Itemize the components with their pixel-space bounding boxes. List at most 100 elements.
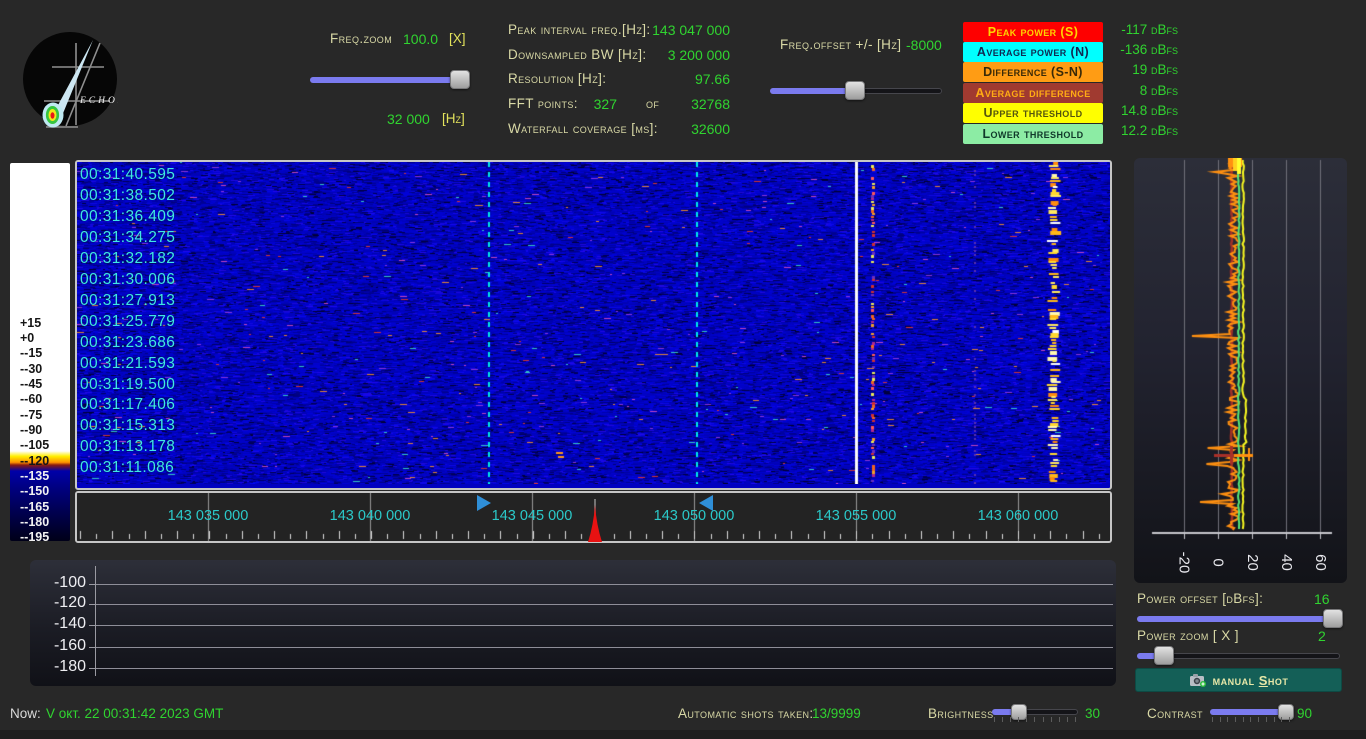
waterfall-timestamp-7: 00:31:25.779 bbox=[80, 313, 175, 331]
stat-fft-value: 327 bbox=[540, 96, 617, 112]
contrast-label: Contrast bbox=[1147, 706, 1203, 721]
power-history-gridline-0 bbox=[96, 584, 1113, 585]
power-history-tick-3 bbox=[89, 647, 96, 648]
power-offset-slider[interactable] bbox=[1137, 610, 1340, 626]
scale-label-3: --30 bbox=[20, 363, 42, 376]
scale-label-6: --75 bbox=[20, 409, 42, 422]
contrast-slider[interactable] bbox=[1210, 703, 1292, 719]
scale-label-10: --135 bbox=[20, 470, 49, 483]
manual-shot-button[interactable]: manual Shot bbox=[1135, 668, 1342, 692]
freq-tick-label-3: 143 050 000 bbox=[634, 508, 754, 524]
freq-offset-slider-handle[interactable] bbox=[845, 81, 865, 100]
power-zoom-label: Power zoom [ X ] bbox=[1137, 628, 1239, 643]
freq-tick-label-5: 143 060 000 bbox=[958, 508, 1078, 524]
legend-value-1: -136 dBfs bbox=[1058, 42, 1178, 57]
waterfall-display: 00:31:40.59500:31:38.50200:31:36.40900:3… bbox=[75, 160, 1112, 490]
power-zoom-slider[interactable] bbox=[1137, 647, 1340, 663]
interval-left-arrow[interactable] bbox=[477, 495, 491, 511]
spectrum-xlabel-text-1: 0 bbox=[1210, 558, 1227, 566]
power-history-ylabel-4: -180 bbox=[36, 658, 86, 676]
power-history-ylabel-3: -160 bbox=[36, 637, 86, 655]
freq-zoom-value: 100.0 bbox=[403, 31, 438, 47]
power-history-ylabel-2: -140 bbox=[36, 615, 86, 633]
brightness-slider[interactable] bbox=[992, 703, 1078, 719]
manual-shot-label: manual Shot bbox=[1213, 673, 1289, 688]
spectrum-xlabel-text-4: 60 bbox=[1312, 554, 1329, 571]
stat-peak-interval-value: 143 047 000 bbox=[560, 22, 730, 38]
freq-zoom-slider-handle[interactable] bbox=[450, 70, 470, 89]
waterfall-timestamp-12: 00:31:15.313 bbox=[80, 417, 175, 435]
legend-value-0: -117 dBfs bbox=[1058, 22, 1178, 37]
legend-value-3: 8 dBfs bbox=[1058, 83, 1178, 98]
power-zoom-slider-handle[interactable] bbox=[1154, 646, 1174, 665]
power-history-chart: -100 -120 -140 -160 -180 bbox=[30, 560, 1116, 686]
waterfall-timestamp-14: 00:31:11.086 bbox=[80, 459, 174, 477]
power-history-gridline-3 bbox=[96, 647, 1113, 648]
freq-zoom-unit: [X] bbox=[449, 31, 466, 46]
brightness-slider-ticks bbox=[994, 717, 1076, 722]
freq-tick-label-4: 143 055 000 bbox=[796, 508, 916, 524]
freq-offset-value: -8000 bbox=[906, 37, 942, 53]
freq-span-value: 32 000 bbox=[387, 111, 430, 127]
legend-value-2: 19 dBfs bbox=[1058, 62, 1178, 77]
legend-value-5: 12.2 dBfs bbox=[1058, 123, 1178, 138]
waterfall-canvas bbox=[77, 162, 1110, 484]
waterfall-timestamp-8: 00:31:23.686 bbox=[80, 334, 175, 352]
shots-value: 13/9999 bbox=[812, 706, 861, 721]
freq-tick-label-0: 143 035 000 bbox=[148, 508, 268, 524]
camera-icon bbox=[1189, 673, 1207, 687]
power-offset-slider-handle[interactable] bbox=[1323, 609, 1343, 628]
power-history-tick-1 bbox=[89, 604, 96, 605]
stat-coverage-value: 32600 bbox=[560, 121, 730, 137]
power-zoom-value: 2 bbox=[1318, 628, 1326, 644]
power-history-y-axis bbox=[95, 566, 96, 676]
scale-label-4: --45 bbox=[20, 378, 42, 391]
peak-frequency-marker bbox=[584, 497, 606, 542]
scale-label-2: --15 bbox=[20, 347, 42, 360]
stat-bw-value: 3 200 000 bbox=[560, 47, 730, 63]
scale-label-11: --150 bbox=[20, 485, 49, 498]
legend-value-4: 14.8 dBfs bbox=[1058, 103, 1178, 118]
waterfall-timestamp-13: 00:31:13.178 bbox=[80, 438, 175, 456]
waterfall-timestamp-6: 00:31:27.913 bbox=[80, 292, 175, 310]
waterfall-timestamp-1: 00:31:38.502 bbox=[80, 187, 175, 205]
freq-zoom-slider[interactable] bbox=[310, 71, 468, 87]
waterfall-timestamp-4: 00:31:32.182 bbox=[80, 250, 175, 268]
power-history-gridline-2 bbox=[96, 625, 1113, 626]
scale-label-7: --90 bbox=[20, 424, 42, 437]
power-history-tick-2 bbox=[89, 625, 96, 626]
scale-label-0: +15 bbox=[20, 317, 41, 330]
power-history-tick-4 bbox=[89, 668, 96, 669]
power-history-ylabel-0: -100 bbox=[36, 574, 86, 592]
freq-offset-label: Freq.offset +/- [Hz] bbox=[780, 37, 901, 52]
contrast-value: 90 bbox=[1297, 706, 1312, 721]
brightness-value: 30 bbox=[1085, 706, 1100, 721]
spectrum-canvas bbox=[1134, 158, 1347, 583]
stat-fft-of: of bbox=[646, 96, 659, 111]
spectrum-xlabel-text-0: -20 bbox=[1176, 551, 1193, 573]
power-offset-value: 16 bbox=[1314, 591, 1330, 607]
spectrum-panel: -200204060 bbox=[1134, 158, 1347, 583]
scale-label-14: --195 bbox=[20, 531, 49, 544]
stat-fft-total: 32768 bbox=[660, 96, 730, 112]
scale-label-9: --120 bbox=[20, 455, 49, 468]
waterfall-timestamp-5: 00:31:30.006 bbox=[80, 271, 175, 289]
freq-offset-slider[interactable] bbox=[770, 82, 942, 98]
logo-text: ECHOES bbox=[79, 96, 118, 106]
waterfall-timestamp-2: 00:31:36.409 bbox=[80, 208, 175, 226]
freq-span-unit: [Hz] bbox=[442, 111, 465, 126]
waterfall-timestamp-11: 00:31:17.406 bbox=[80, 396, 175, 414]
interval-right-arrow[interactable] bbox=[699, 495, 713, 511]
contrast-slider-ticks bbox=[1212, 717, 1290, 722]
scale-label-13: --180 bbox=[20, 516, 49, 529]
power-history-tick-0 bbox=[89, 584, 96, 585]
stat-resolution-value: 97.66 bbox=[560, 71, 730, 87]
spectrum-xlabel-4: 60 bbox=[1300, 540, 1340, 583]
waterfall-timestamp-10: 00:31:19.500 bbox=[80, 376, 175, 394]
power-history-ylabel-1: -120 bbox=[36, 594, 86, 612]
echoes-app-window: ECHOES Freq.zoom 100.0 [X] 32 000 [Hz] P… bbox=[0, 0, 1366, 739]
scale-label-12: --165 bbox=[20, 501, 49, 514]
spectrum-xlabel-text-3: 40 bbox=[1278, 554, 1295, 571]
waterfall-timestamp-3: 00:31:34.275 bbox=[80, 229, 175, 247]
shots-label: Automatic shots taken: bbox=[678, 706, 814, 721]
